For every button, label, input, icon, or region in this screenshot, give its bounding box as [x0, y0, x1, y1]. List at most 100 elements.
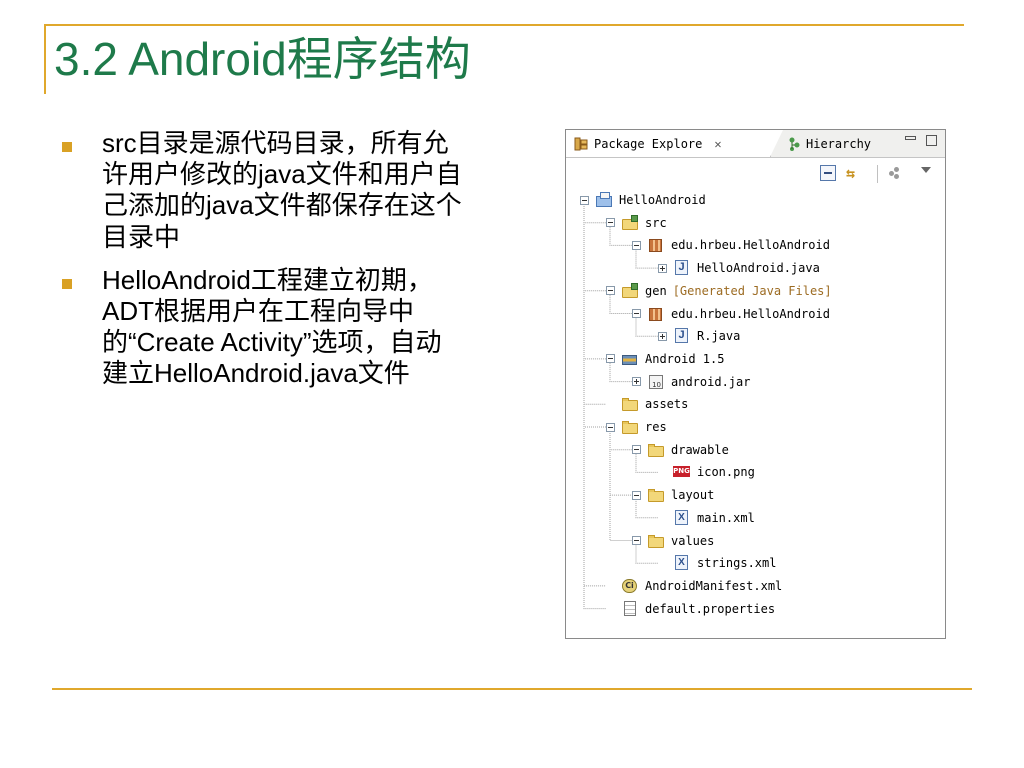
tree-connector	[583, 200, 606, 292]
collapse-toggle-icon[interactable]	[632, 309, 641, 318]
folder-icon	[647, 442, 665, 458]
project-tree: HelloAndroid src edu.hrbeu.HelloAndroid Hel…	[566, 186, 945, 638]
bullet-item: src目录是源代码目录，所有允许用户修改的java文件和用户自己添加的java文…	[62, 128, 467, 253]
tree-item-label: edu.hrbeu.HelloAndroid	[671, 238, 830, 253]
folder-icon	[621, 419, 639, 435]
menu-icon[interactable]	[888, 165, 904, 181]
tree-item[interactable]: android.jar	[632, 371, 750, 393]
xml-file-icon	[673, 555, 691, 571]
tree-item[interactable]: assets	[606, 393, 688, 415]
jar-icon	[647, 374, 665, 390]
tree-item-label: assets	[645, 397, 689, 412]
tree-item-label: icon.png	[697, 465, 755, 480]
toolbar-separator	[877, 165, 878, 183]
xml-file-icon	[673, 509, 691, 526]
expand-toggle-icon[interactable]	[658, 331, 667, 341]
tree-item[interactable]: default.properties	[606, 598, 775, 620]
tree-item[interactable]: icon.png	[658, 461, 755, 483]
collapse-toggle-icon[interactable]	[632, 490, 641, 500]
tree-item-label: layout	[671, 488, 715, 503]
tree-connector	[583, 200, 606, 587]
tree-item-label: android.jar	[671, 374, 751, 389]
hierarchy-icon	[788, 137, 800, 151]
tree-item[interactable]: edu.hrbeu.HelloAndroid	[632, 303, 830, 325]
collapse-toggle-icon[interactable]	[632, 240, 641, 250]
tree-item-label: src	[645, 215, 667, 230]
tree-item-label: R.java	[697, 329, 741, 344]
properties-file-icon	[621, 600, 639, 617]
tab-package-explorer[interactable]: Package Explore ✕	[566, 130, 783, 157]
top-rule	[44, 24, 964, 26]
view-menu-icon[interactable]	[921, 167, 931, 173]
manifest-icon	[621, 578, 639, 594]
tree-item[interactable]: edu.hrbeu.HelloAndroid	[632, 234, 830, 256]
slide-title: 3.2 Android程序结构	[54, 33, 471, 85]
package-explorer-panel: Package Explore ✕ Hierarchy ⇆ HelloAndro…	[565, 129, 946, 639]
library-icon	[621, 351, 639, 367]
tree-item-suffix: [Generated Java Files]	[672, 283, 832, 298]
png-file-icon	[673, 464, 691, 480]
tree-item[interactable]: HelloAndroid.java	[658, 257, 820, 279]
minimize-icon[interactable]	[905, 136, 916, 140]
tree-item[interactable]: main.xml	[658, 507, 755, 529]
folder-icon	[647, 487, 665, 503]
tree-connector	[583, 200, 606, 610]
tree-item-label: edu.hrbeu.HelloAndroid	[671, 306, 830, 321]
package-icon	[647, 237, 665, 253]
bullet-text: src目录是源代码目录，所有允许用户修改的java文件和用户自己添加的java文…	[102, 128, 462, 252]
tree-item[interactable]: layout	[632, 484, 714, 506]
tree-item[interactable]: src	[606, 212, 667, 234]
tree-item-label: Android 1.5	[645, 351, 725, 366]
java-file-icon	[673, 328, 691, 344]
tree-connector	[609, 427, 632, 541]
tree-item[interactable]: values	[632, 530, 714, 552]
tree-item[interactable]: drawable	[632, 439, 729, 461]
tree-item[interactable]: HelloAndroid	[580, 189, 706, 211]
collapse-toggle-icon[interactable]	[632, 445, 641, 455]
source-folder-icon	[621, 214, 639, 231]
tree-connector	[583, 200, 606, 405]
tree-item[interactable]: R.java	[658, 325, 740, 347]
tree-connector	[583, 200, 606, 360]
tab-hierarchy[interactable]: Hierarchy	[782, 130, 890, 157]
collapse-toggle-icon[interactable]	[580, 195, 589, 205]
tree-item-label: HelloAndroid	[619, 193, 706, 207]
tree-item-label: AndroidManifest.xml	[645, 578, 783, 593]
bullet-square-icon	[62, 142, 72, 152]
tree-item-label: gen	[645, 283, 667, 298]
close-tab-icon[interactable]: ✕	[714, 137, 721, 151]
tree-item-label: values	[671, 533, 715, 548]
maximize-icon[interactable]	[926, 135, 937, 146]
bullet-text: HelloAndroid工程建立初期，ADT根据用户在工程向导中的“Create…	[102, 264, 442, 389]
tree-item-label: strings.xml	[697, 556, 777, 571]
tree-item-label: default.properties	[645, 601, 776, 616]
expand-toggle-icon[interactable]	[632, 377, 641, 387]
package-icon	[647, 306, 665, 322]
tree-item[interactable]: strings.xml	[658, 552, 776, 574]
folder-icon	[647, 533, 665, 549]
tree-item[interactable]: gen [Generated Java Files]	[606, 280, 832, 302]
tree-item[interactable]: Android 1.5	[606, 348, 724, 370]
collapse-all-icon[interactable]	[820, 165, 836, 181]
collapse-toggle-icon[interactable]	[606, 354, 615, 364]
android-project-icon	[595, 192, 613, 208]
tree-item-label: HelloAndroid.java	[697, 261, 820, 276]
bottom-rule	[52, 688, 972, 690]
left-rule	[44, 24, 46, 94]
collapse-toggle-icon[interactable]	[606, 218, 615, 228]
folder-icon	[621, 396, 639, 412]
window-controls	[905, 135, 937, 146]
collapse-toggle-icon[interactable]	[606, 286, 615, 296]
link-with-editor-icon[interactable]: ⇆	[846, 165, 862, 181]
tree-item-label: res	[645, 420, 667, 434]
collapse-toggle-icon[interactable]	[632, 536, 641, 545]
tree-item[interactable]: AndroidManifest.xml	[606, 575, 782, 597]
view-toolbar: ⇆	[566, 158, 945, 186]
tree-item-label: main.xml	[697, 510, 755, 525]
tab-label: Hierarchy	[806, 136, 872, 151]
tree-connector	[583, 200, 606, 428]
package-explorer-icon	[574, 137, 588, 151]
tree-item[interactable]: res	[606, 416, 667, 438]
expand-toggle-icon[interactable]	[658, 263, 667, 273]
collapse-toggle-icon[interactable]	[606, 422, 615, 432]
